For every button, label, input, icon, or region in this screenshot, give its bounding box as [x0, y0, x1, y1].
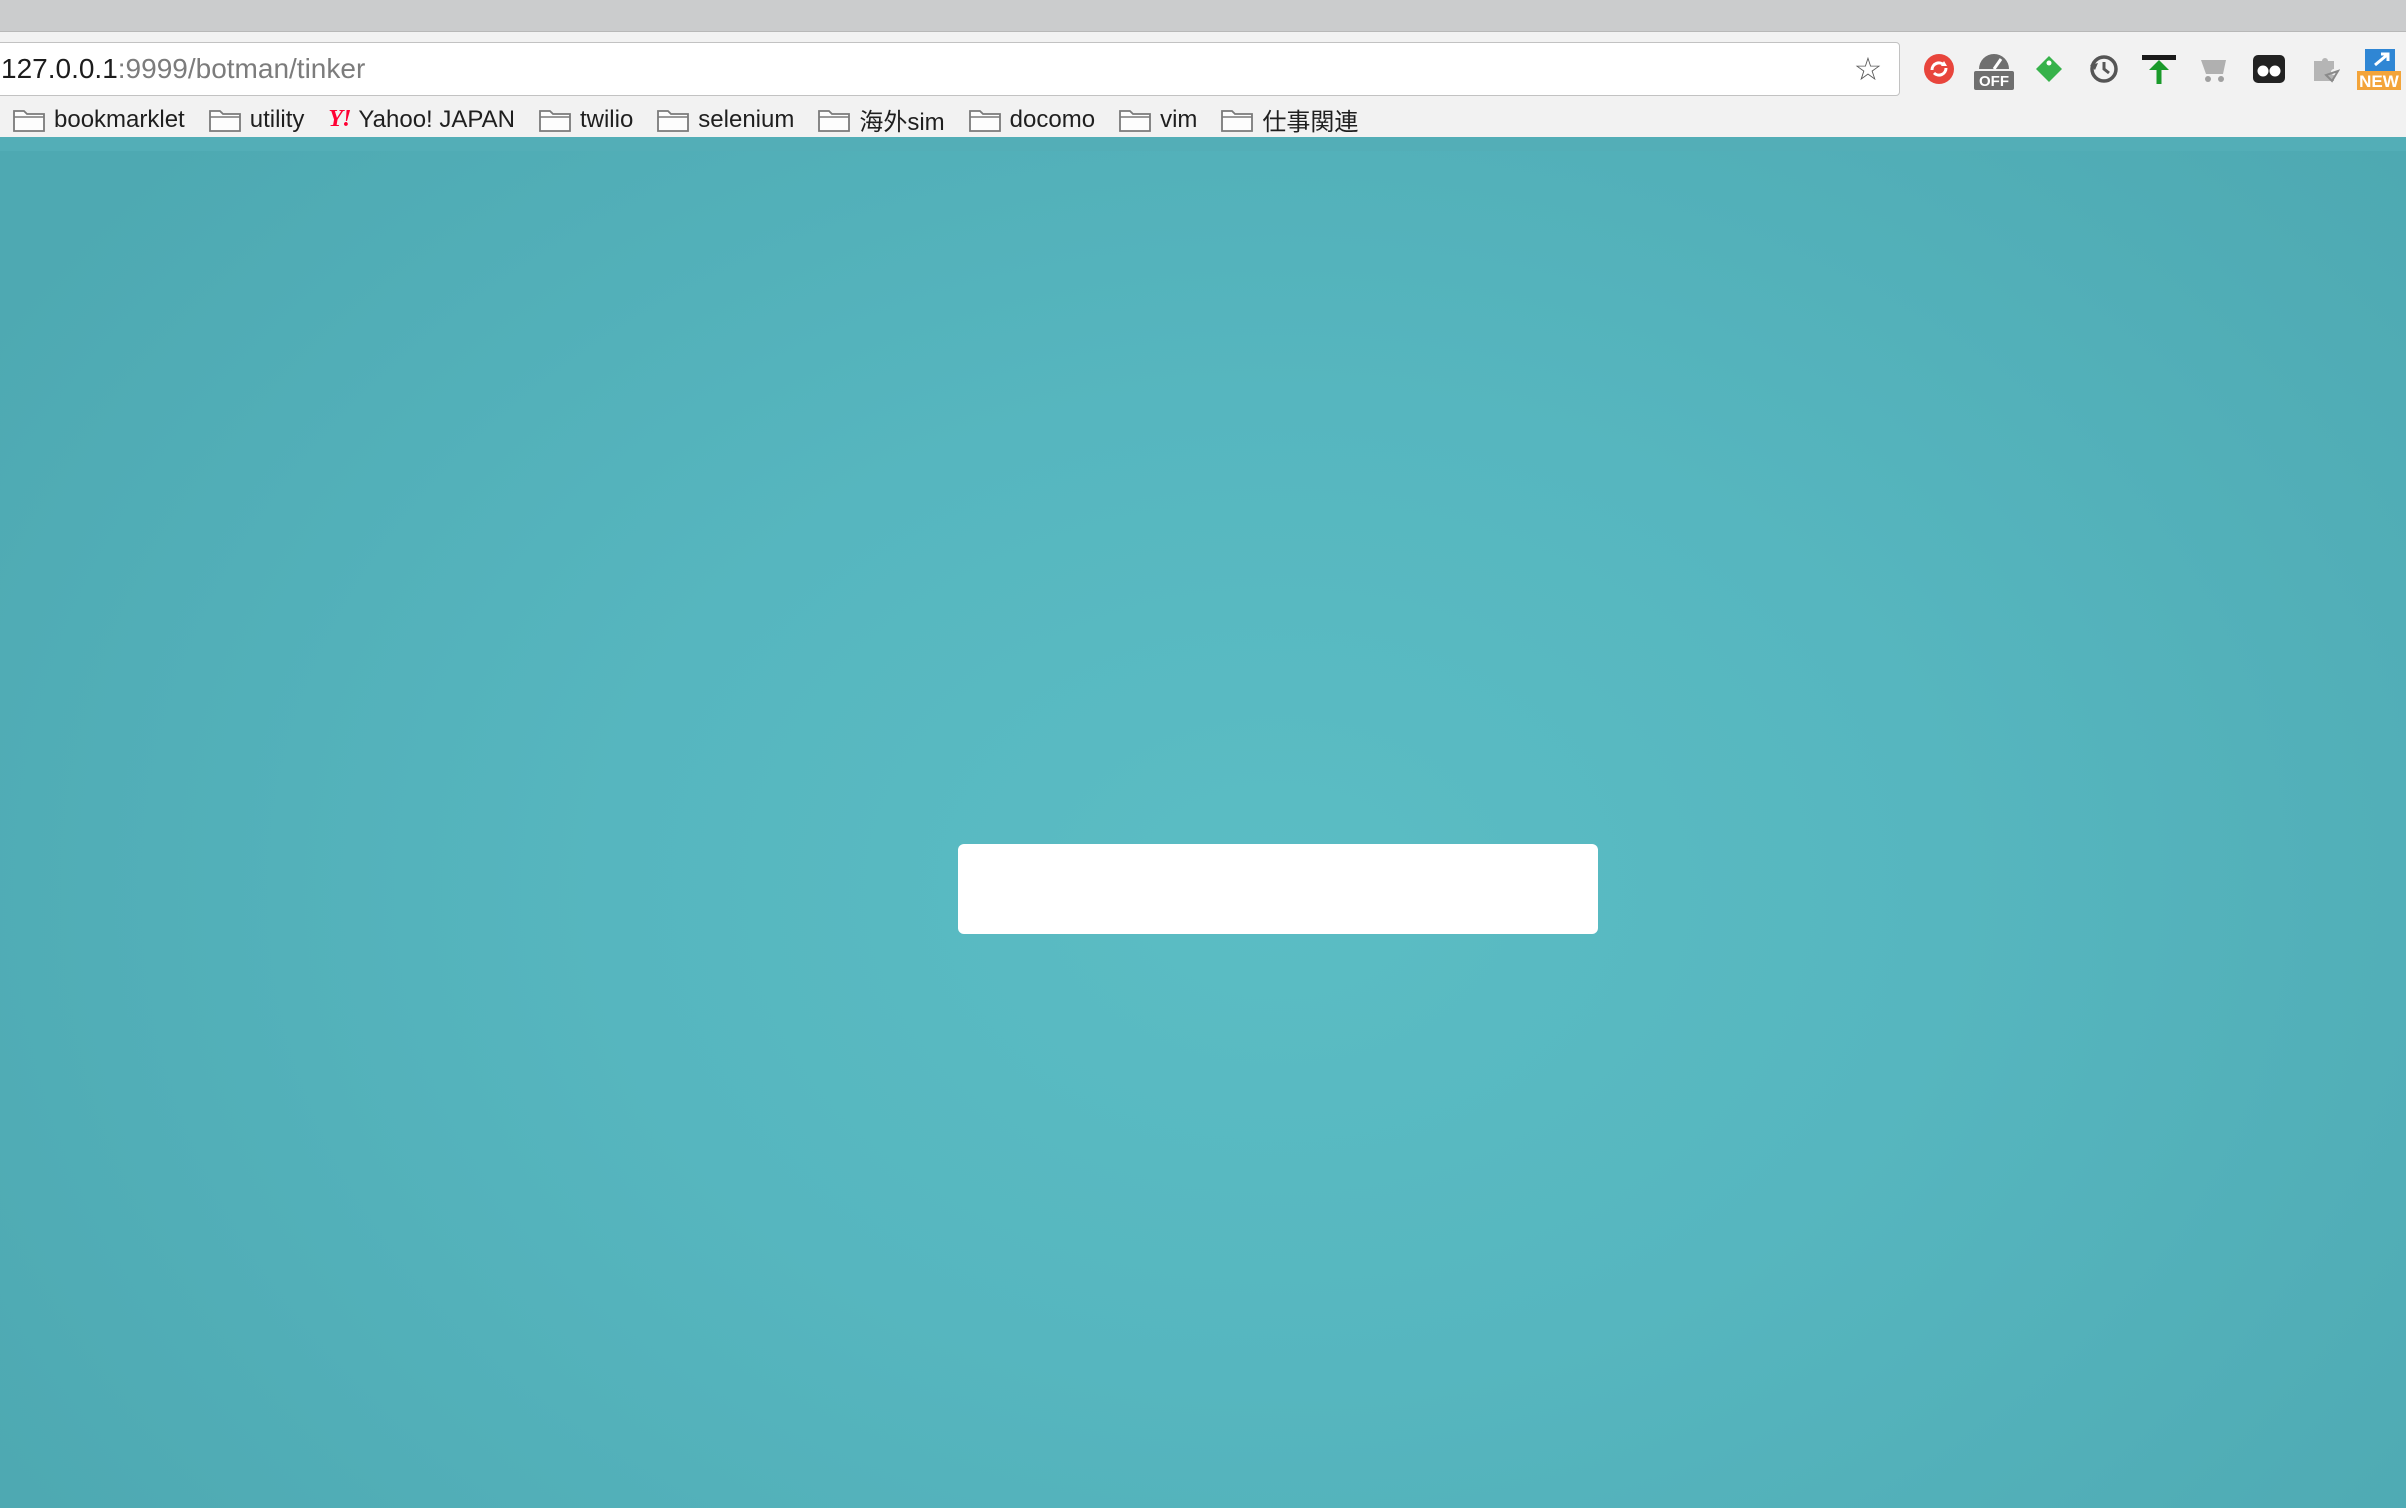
bookmark-label: selenium [698, 105, 795, 133]
bookmark-bookmarklet[interactable]: bookmarklet [0, 102, 196, 137]
folder-icon [539, 108, 571, 132]
bookmark-label: 海外sim [859, 109, 945, 136]
bookmark-label: utility [249, 105, 305, 133]
bookmark-label: Yahoo! JAPAN [358, 105, 515, 133]
bookmark-label: twilio [579, 105, 634, 133]
address-bar[interactable]: 127.0.0.1:9999/botman/tinker ☆ [0, 42, 1900, 96]
bookmark-selenium[interactable]: selenium [644, 102, 805, 137]
bookmark-twilio[interactable]: twilio [526, 102, 644, 137]
folder-icon [818, 108, 851, 132]
extension-toolbar: OFF NEW [1912, 42, 2406, 96]
bookmark-label: docomo [1009, 105, 1096, 133]
folder-icon [208, 108, 241, 132]
off-badge: OFF [1979, 73, 2009, 90]
folder-icon [1221, 108, 1254, 132]
bookmark-label: 仕事関連 [1262, 109, 1359, 136]
star-outline-icon[interactable]: ☆ [1851, 52, 1885, 86]
url-text[interactable]: 127.0.0.1:9999/botman/tinker [1, 43, 365, 95]
bookmark-work-related[interactable]: 仕事関連 [1208, 102, 1369, 137]
red-refresh-extension-icon[interactable] [1912, 42, 1967, 96]
cart-extension-icon[interactable] [2186, 42, 2241, 96]
folder-icon [13, 108, 45, 132]
browser-toolbar: 127.0.0.1:9999/botman/tinker ☆ OFF NEW b… [0, 32, 2406, 137]
tab-strip [0, 0, 2406, 32]
clock-sync-extension-icon[interactable] [2077, 42, 2132, 96]
green-tag-extension-icon[interactable] [2022, 42, 2077, 96]
bookmarks-bar: bookmarklet utility Y! Yahoo! JAPAN twil… [0, 102, 2406, 137]
new-window-extension-icon[interactable]: NEW [2351, 42, 2406, 96]
new-badge: NEW [2359, 72, 2400, 91]
bookmark-yahoo-japan[interactable]: Y! Yahoo! JAPAN [315, 102, 526, 137]
glasses-extension-icon[interactable] [2241, 42, 2296, 96]
bookmark-label: bookmarklet [54, 105, 185, 133]
yahoo-logo-icon: Y! [328, 106, 351, 132]
bookmark-label: vim [1160, 105, 1198, 133]
bookmark-overseas-sim[interactable]: 海外sim [805, 102, 955, 137]
url-path: :9999/botman/tinker [117, 53, 366, 84]
folder-icon [657, 108, 690, 132]
chat-message-input[interactable] [958, 844, 1598, 934]
page-content [0, 151, 2406, 1508]
browser-window: 127.0.0.1:9999/botman/tinker ☆ OFF NEW b… [0, 0, 2406, 1508]
bookmark-vim[interactable]: vim [1106, 102, 1208, 137]
bookmark-docomo[interactable]: docomo [956, 102, 1106, 137]
folder-icon [968, 108, 1001, 132]
bookmark-utility[interactable]: utility [196, 102, 316, 137]
url-host: 127.0.0.1 [1, 53, 118, 84]
green-upload-extension-icon[interactable] [2132, 42, 2187, 96]
folder-icon [1119, 108, 1151, 132]
puzzle-extension-icon[interactable] [2296, 42, 2351, 96]
gauge-off-extension-icon[interactable]: OFF [1967, 42, 2022, 96]
